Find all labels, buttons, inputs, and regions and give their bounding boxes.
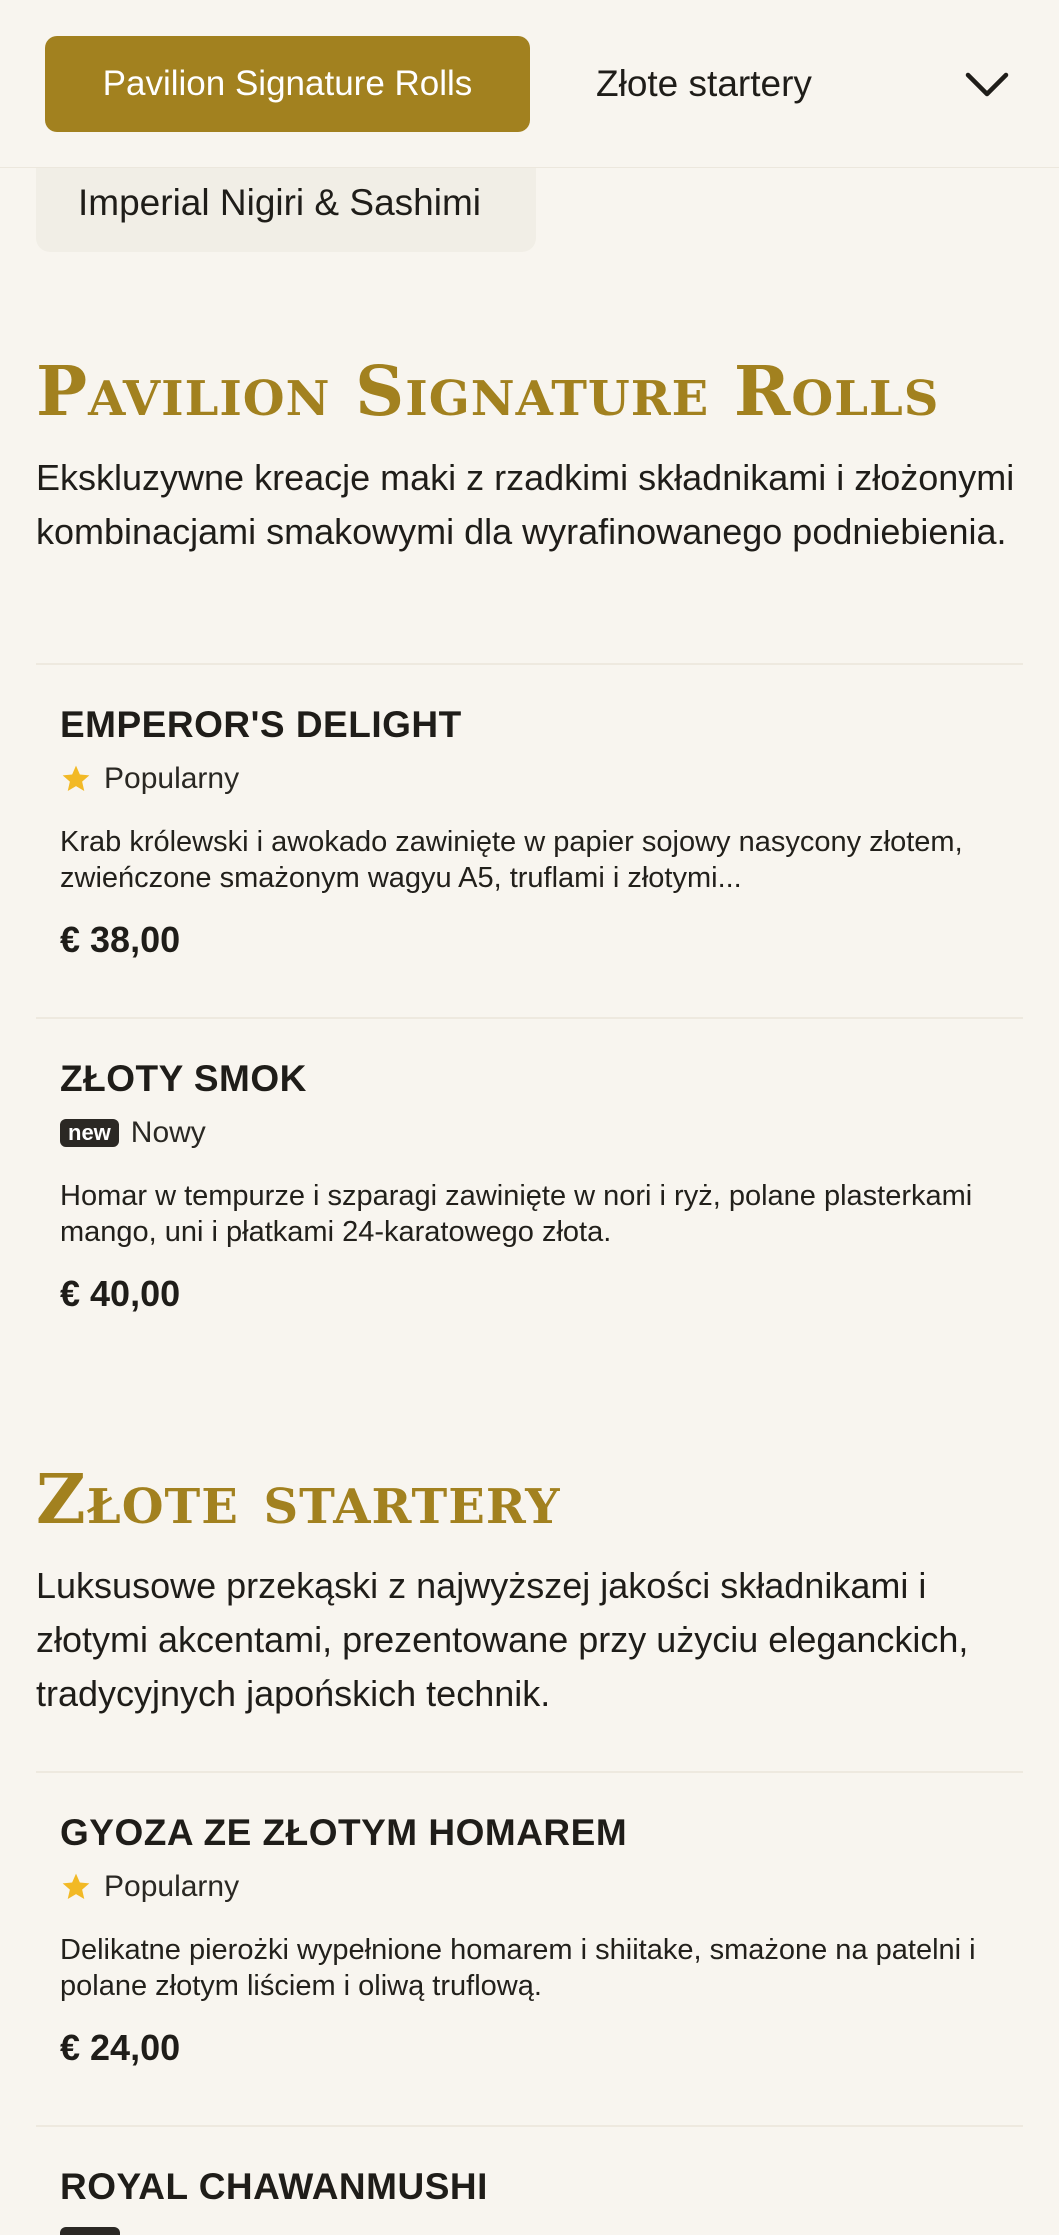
badge-label: Popularny [104, 762, 240, 795]
item-badge: Popularny [60, 1869, 990, 1905]
section-description: Ekskluzywne kreacje maki z rzadkimi skła… [36, 457, 1015, 552]
category-tab-imperial-nigiri-sashimi[interactable]: Imperial Nigiri & Sashimi [36, 168, 536, 252]
section-description: Luksusowe przekąski z najwyższej jakości… [36, 1565, 969, 1714]
item-description: Homar w tempurze i szparagi zawinięte w … [60, 1180, 973, 1248]
item-name: ZŁOTY SMOK [60, 1058, 307, 1099]
chevron-down-icon[interactable] [958, 56, 1016, 114]
item-price: € 38,00 [60, 919, 181, 960]
divider [36, 2125, 1023, 2127]
menu-item[interactable]: ROYAL CHAWANMUSHI [60, 2165, 990, 2209]
item-price: € 40,00 [60, 1273, 181, 1314]
item-name: ROYAL CHAWANMUSHI [60, 2166, 488, 2207]
item-badge: new Nowy [60, 1115, 990, 1151]
section-title: Pavilion Signature Rolls [36, 352, 940, 432]
item-description: Krab królewski i awokado zawinięte w pap… [60, 826, 963, 894]
divider [36, 1017, 1023, 1019]
new-badge: new [60, 1119, 119, 1147]
star-icon [60, 763, 92, 795]
item-name: GYOZA ZE ZŁOTYM HOMAREM [60, 1812, 628, 1853]
badge-label: Popularny [104, 1870, 240, 1903]
item-badge: Popularny [60, 761, 990, 797]
item-price: € 24,00 [60, 2027, 181, 2068]
category-tab-pavilion-signature-rolls[interactable]: Pavilion Signature Rolls [45, 36, 530, 132]
menu-page: Pavilion Signature Rolls Złote startery … [0, 0, 1059, 2235]
category-tab-zlote-startery[interactable]: Złote startery [560, 36, 848, 132]
section-title: Złote startery [36, 1460, 561, 1540]
menu-item[interactable]: EMPEROR'S DELIGHT Popularny Krab królews… [60, 703, 990, 962]
item-description: Delikatne pierożki wypełnione homarem i … [60, 1934, 976, 2002]
item-name: EMPEROR'S DELIGHT [60, 704, 462, 745]
menu-item[interactable]: ZŁOTY SMOK new Nowy Homar w tempurze i s… [60, 1057, 990, 1316]
new-badge [60, 2227, 120, 2235]
category-bar: Pavilion Signature Rolls Złote startery [0, 0, 1059, 168]
divider [36, 1771, 1023, 1773]
menu-item[interactable]: GYOZA ZE ZŁOTYM HOMAREM Popularny Delika… [60, 1811, 990, 2070]
badge-label: Nowy [130, 1116, 206, 1149]
divider [36, 663, 1023, 665]
star-icon [60, 1871, 92, 1903]
